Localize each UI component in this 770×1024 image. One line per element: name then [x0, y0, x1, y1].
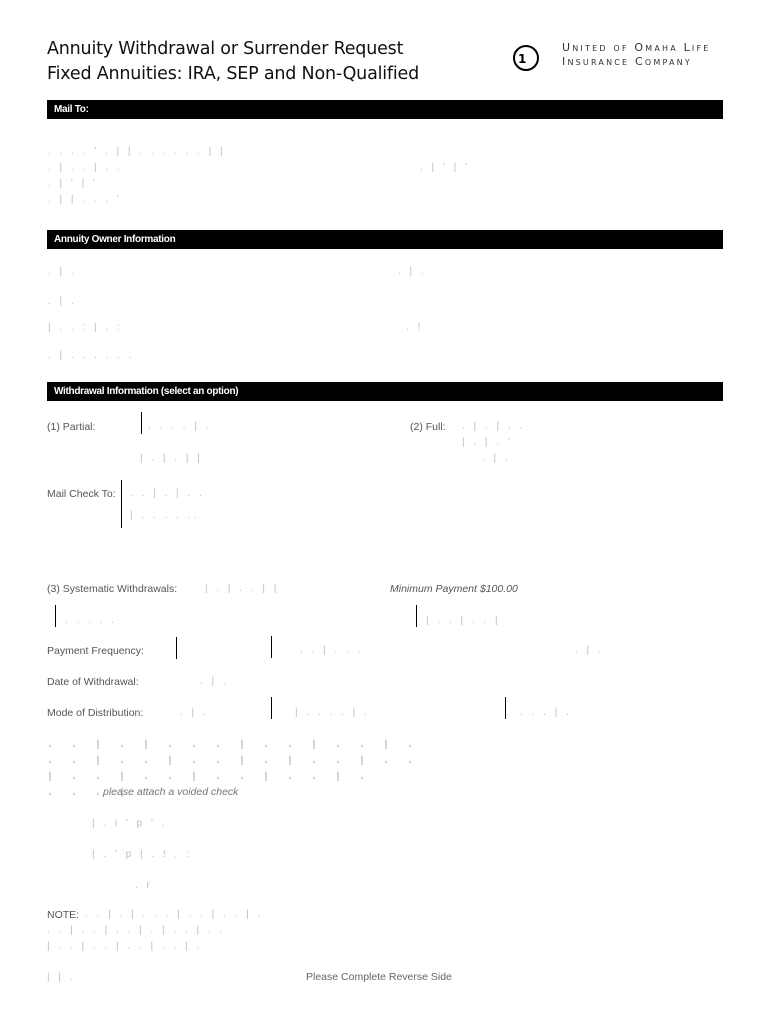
mail-check-options-marker[interactable] [121, 480, 122, 528]
full-surrender-label: (2) Full: [410, 421, 446, 433]
mail-check-option-owner[interactable]: . . | . | . . [130, 488, 205, 499]
mail-address-line-4: . | | . . . ' [48, 194, 122, 205]
mode-option-other[interactable]: . . . | . [520, 707, 572, 718]
account-type-other[interactable]: . r [135, 880, 153, 891]
owner-address-field[interactable]: . | . [48, 296, 77, 307]
full-surrender-text-3: . | . [482, 453, 511, 464]
minimum-payment-note: Minimum Payment $100.00 [390, 583, 518, 595]
mode-of-distribution-label: Mode of Distribution: [47, 707, 144, 719]
note-text-line-3: | . . | . . | . . | . . | . [47, 941, 203, 952]
section-header-mail-to: Mail To: [47, 100, 723, 119]
section-header-withdrawal-info: Withdrawal Information (select an option… [47, 382, 723, 401]
payment-frequency-label: Payment Frequency: [47, 645, 144, 657]
note-text-line-2: . . | . . | . . | . | . . | . . [47, 925, 226, 936]
mail-address-line-1: . . . . ' . | | . . . . . . | | [48, 146, 226, 157]
account-type-checking[interactable]: | . i ' p ' . [92, 818, 167, 829]
section-header-owner-info: Annuity Owner Information [47, 230, 723, 249]
partial-checkbox-marker[interactable] [141, 412, 142, 434]
mode-other-marker[interactable] [505, 697, 506, 719]
full-surrender-text-1: . | . | . . [462, 421, 526, 432]
systematic-option-2-text: | . . | . . | [426, 615, 501, 626]
company-name-line2: Insurance Company [562, 55, 692, 68]
company-name-line1: United of Omaha Life [562, 41, 711, 54]
owner-email-field[interactable]: . | . . . . . . [48, 350, 135, 361]
mail-address-line-3: . | ' | ' [48, 178, 98, 189]
frequency-annual-text: . | . [575, 645, 604, 656]
frequency-options-text: . . | . . . [300, 645, 364, 656]
form-subtitle: Fixed Annuities: IRA, SEP and Non-Qualif… [47, 64, 420, 84]
note-label: NOTE: [47, 909, 80, 921]
logo-glyph: 1 [518, 52, 527, 66]
mail-check-to-label: Mail Check To: [47, 488, 116, 500]
owner-phone-field[interactable]: . ! [406, 322, 423, 333]
form-number: | | . [47, 972, 76, 983]
contract-number-field[interactable]: . | . [398, 266, 427, 277]
partial-percent-text: | . | . | | [140, 453, 203, 464]
account-type-savings[interactable]: | . ' p | . ! . : [92, 849, 192, 860]
systematic-description: | . | . . | | [205, 583, 280, 594]
partial-amount-text: . . . . | . [148, 421, 212, 432]
mail-address-line-2: . | . . | . . [48, 162, 123, 173]
full-surrender-text-2: | . | . ' [462, 437, 513, 448]
mode-option-eft[interactable]: | . . . . | . [295, 707, 370, 718]
voided-check-note: please attach a voided check [103, 786, 239, 798]
mode-option-check[interactable]: . | . [180, 707, 209, 718]
eft-paragraph-line-2: . . | . . | . . | . | . . | . . [47, 756, 420, 767]
systematic-option-1-text: . . . . . [65, 615, 118, 626]
mode-eft-marker[interactable] [271, 697, 272, 719]
note-text-line-1: . . | . | . . . | . . | . . | . [85, 909, 264, 920]
mail-check-option-other[interactable]: | . . . . .. [130, 510, 199, 521]
owner-ssn-field[interactable]: | . . : | . : [48, 322, 123, 333]
date-of-withdrawal-field[interactable]: . | . [200, 676, 229, 687]
systematic-option-2-marker[interactable] [416, 605, 417, 627]
eft-paragraph-line-1: . . | . | . . . | . . | . . | . [47, 740, 420, 751]
partial-withdrawal-label: (1) Partial: [47, 421, 96, 433]
eft-paragraph-line-3: | . . | . . | . . | . . | . [47, 772, 372, 783]
form-title: Annuity Withdrawal or Surrender Request [47, 39, 404, 59]
overnight-address-line: . | ' | ' [420, 162, 470, 173]
frequency-monthly-marker[interactable] [176, 637, 177, 659]
reverse-side-notice: Please Complete Reverse Side [306, 971, 452, 983]
owner-name-field[interactable]: . | . [48, 266, 77, 277]
systematic-withdrawals-label: (3) Systematic Withdrawals: [47, 583, 178, 595]
date-of-withdrawal-label: Date of Withdrawal: [47, 676, 139, 688]
frequency-quarterly-marker[interactable] [271, 636, 272, 658]
systematic-option-1-marker[interactable] [55, 605, 56, 627]
